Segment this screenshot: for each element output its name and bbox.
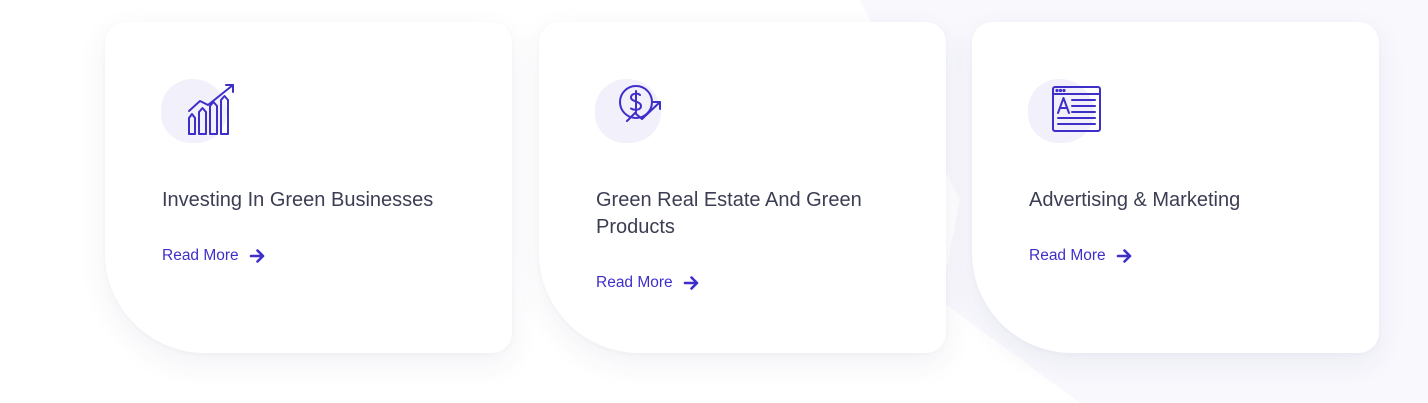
- arrow-right-icon: [1116, 249, 1131, 263]
- service-icon-container: [595, 79, 671, 145]
- read-more-label: Read More: [162, 247, 239, 264]
- service-title: Advertising & Marketing: [1029, 189, 1241, 211]
- arrow-right-icon: [683, 276, 698, 290]
- read-more-label: Read More: [1029, 247, 1106, 264]
- advertisement-browser-icon: [1052, 86, 1101, 132]
- service-icon-container: [161, 79, 237, 145]
- service-card-real-estate: Green Real Estate And Green Products Rea…: [539, 22, 946, 353]
- read-more-link[interactable]: Read More: [1029, 247, 1132, 265]
- services-section: Investing In Green Businesses Read More …: [0, 0, 1428, 403]
- read-more-link[interactable]: Read More: [162, 247, 265, 265]
- service-title: Green Real Estate And Green Products: [596, 189, 862, 238]
- service-card-advertising: Advertising & Marketing Read More: [972, 22, 1379, 353]
- growth-chart-icon: [188, 84, 234, 135]
- dollar-growth-icon: [619, 85, 661, 122]
- service-icon-container: [1028, 79, 1104, 145]
- read-more-link[interactable]: Read More: [596, 274, 699, 292]
- arrow-right-icon: [249, 249, 264, 263]
- service-title: Investing In Green Businesses: [162, 189, 434, 211]
- read-more-label: Read More: [596, 274, 673, 291]
- service-card-investing: Investing In Green Businesses Read More: [105, 22, 512, 353]
